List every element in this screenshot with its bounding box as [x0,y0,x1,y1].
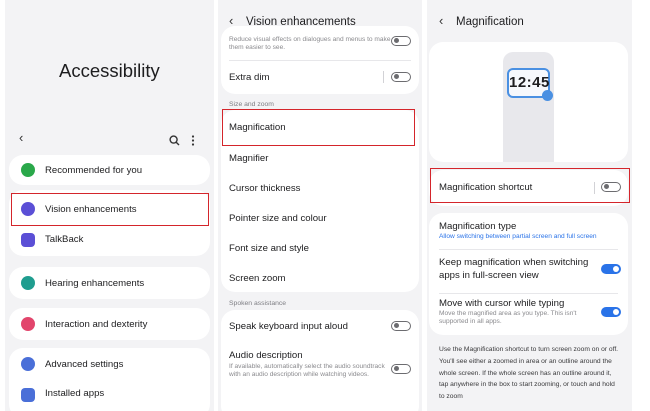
audio-description-toggle[interactable] [391,364,411,374]
list-item-keep-magnification[interactable]: Keep magnification when switching apps i… [429,252,628,292]
list-item-extra-dim[interactable]: Extra dim [221,62,419,92]
magnifier-handle-icon [542,90,553,101]
reduce-effects-toggle[interactable] [391,36,411,46]
spoken-assistance-card: Speak keyboard input aloud Audio descrip… [221,310,419,411]
list-item-label: Pointer size and colour [229,213,327,224]
list-item-label: Recommended for you [45,165,143,176]
reduce-effects-description: Reduce visual effects on dialogues and m… [229,36,391,52]
recommended-card: Recommended for you [9,155,210,185]
clock-time: 12:45 [509,74,550,91]
talkback-icon [21,233,35,247]
highlight-magnification-shortcut [430,168,630,203]
back-arrow-icon[interactable]: ‹ [439,13,443,28]
magnification-panel: ‹ Magnification 12:45 Magnification shor… [427,0,632,411]
advanced-icon [21,357,35,371]
phone-illustration: 12:45 [503,52,554,162]
illustration-card: 12:45 [429,42,628,162]
magnification-type-subtitle: Allow switching between partial screen a… [439,233,597,240]
list-item-hearing-enhancements[interactable]: Hearing enhancements [9,267,210,299]
list-item-label: Interaction and dexterity [45,319,148,330]
list-item-installed-apps[interactable]: Installed apps [9,382,210,411]
keep-magnification-toggle[interactable] [601,264,621,274]
magnifier-frame: 12:45 [507,68,553,101]
visual-effects-card: Reduce visual effects on dialogues and m… [221,26,419,94]
recommended-icon [21,163,35,177]
list-item-label: Magnifier [229,153,269,164]
list-item-label: Speak keyboard input aloud [229,321,348,332]
list-item-label: Advanced settings [45,359,124,370]
vertical-divider [383,71,384,83]
list-item-interaction-dexterity[interactable]: Interaction and dexterity [9,308,210,340]
list-item-font-size-style[interactable]: Font size and style [221,234,419,264]
list-item-talkback[interactable]: TalkBack [9,227,210,253]
apps-icon [21,388,35,402]
list-item-label: Screen zoom [229,273,286,284]
list-item-label: Installed apps [45,388,105,399]
accessibility-panel: Accessibility ‹ Recommended for you Visi… [5,0,214,411]
advanced-card: Advanced settings Installed apps [9,348,210,411]
list-item-label: Audio description [229,350,303,361]
list-item-label: Cursor thickness [229,183,301,194]
page-title: Magnification [456,16,524,28]
hearing-card: Hearing enhancements [9,267,210,299]
list-item-cursor-thickness[interactable]: Cursor thickness [221,174,419,204]
list-item-move-with-cursor[interactable]: Move with cursor while typing Move the m… [429,294,628,334]
list-item-magnifier[interactable]: Magnifier [221,144,419,174]
section-header-size-zoom: Size and zoom [229,101,274,108]
list-item-speak-keyboard[interactable]: Speak keyboard input aloud [221,310,419,342]
list-item-magnification-type[interactable]: Magnification type Allow switching betwe… [429,213,628,245]
move-with-cursor-toggle[interactable] [601,307,621,317]
list-item-screen-zoom[interactable]: Screen zoom [221,264,419,292]
list-item-label: Keep magnification when switching apps i… [439,257,589,281]
highlight-magnification [222,109,415,146]
list-item-label: Magnification type [439,221,517,232]
more-options-icon[interactable] [191,133,195,151]
list-item-pointer-size-colour[interactable]: Pointer size and colour [221,204,419,234]
interaction-card: Interaction and dexterity [9,308,210,340]
page-title: Accessibility [59,60,160,81]
move-cursor-subtitle: Move the magnified area as you type. Thi… [439,310,577,326]
extra-dim-toggle[interactable] [391,72,411,82]
search-icon[interactable] [169,133,180,151]
interaction-icon [21,317,35,331]
highlight-vision-enhancements [11,193,209,226]
vision-enhancements-panel: ‹ Vision enhancements Reduce visual effe… [218,0,422,411]
list-item-label: Hearing enhancements [45,278,145,289]
list-item-label: Move with cursor while typing [439,298,565,309]
hearing-icon [21,276,35,290]
audio-description-subtitle: If available, automatically select the a… [229,363,385,379]
divider [229,60,411,61]
divider [439,249,618,250]
list-item-audio-description[interactable]: Audio description If available, automati… [221,344,419,404]
section-header-spoken-assistance: Spoken assistance [229,300,287,307]
list-item-advanced-settings[interactable]: Advanced settings [9,348,210,380]
list-item-label: TalkBack [45,234,84,245]
magnification-description: Use the Magnification shortcut to turn s… [439,346,619,401]
list-item-label: Font size and style [229,243,309,254]
list-item-label: Extra dim [229,72,270,83]
list-item-recommended[interactable]: Recommended for you [9,155,210,185]
back-arrow-icon[interactable]: ‹ [19,130,23,145]
magnification-settings-card: Magnification type Allow switching betwe… [429,213,628,335]
speak-keyboard-toggle[interactable] [391,321,411,331]
